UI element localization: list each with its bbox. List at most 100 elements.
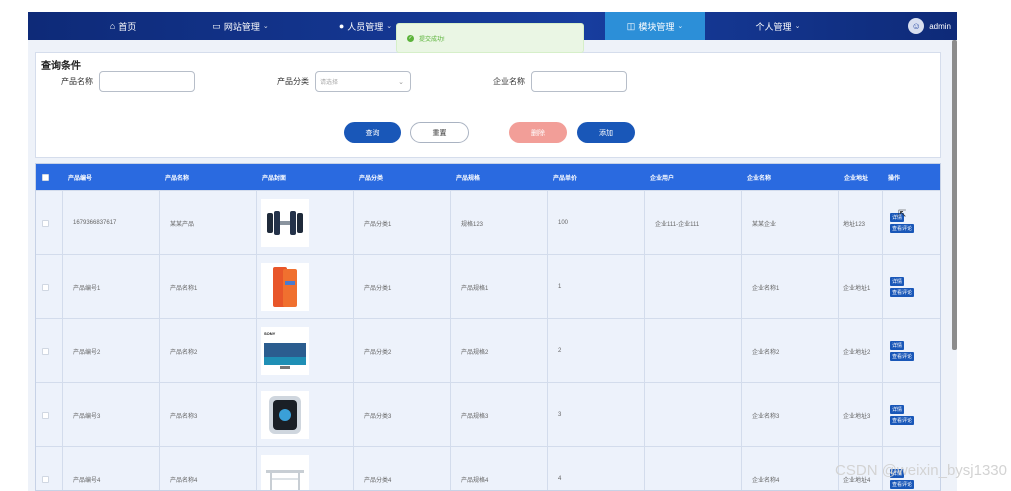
monitor-icon: ▭	[212, 20, 221, 31]
category-label: 产品分类	[277, 77, 309, 86]
cell-id-text: 产品编号2	[73, 349, 101, 356]
header-actions: 操作	[888, 175, 901, 182]
cell-category-text: 产品分类4	[364, 477, 392, 484]
view-reviews-button[interactable]: 查看评论	[890, 224, 915, 233]
product-name-input[interactable]	[99, 71, 195, 92]
category-select[interactable]: 请选择 ⌄	[315, 71, 411, 92]
cell-company: 企业名称2	[741, 319, 838, 383]
cell-user: 企业111-企业111	[644, 191, 741, 255]
tv-brand-label: SONY	[264, 331, 276, 336]
delete-button[interactable]: 删除	[509, 122, 567, 143]
nav-personal-label: 个人管理	[755, 21, 792, 32]
header-company-user: 企业用户	[650, 175, 675, 182]
person-icon: ●	[338, 21, 345, 31]
view-reviews-button[interactable]: 查看评论	[890, 480, 915, 489]
cell-company: 企业名称1	[741, 255, 838, 319]
cell-id: 产品编号3	[62, 383, 159, 447]
check-icon: ✓	[407, 34, 414, 42]
cell-name: 产品名称2	[159, 319, 256, 383]
cell-category: 产品分类1	[353, 191, 450, 255]
product-cover-image	[256, 191, 353, 255]
product-cover-image	[256, 255, 353, 319]
cell-company-text: 企业名称1	[752, 285, 780, 292]
mouse-cursor-icon: ⇱	[898, 209, 907, 220]
nav-home[interactable]: ⌂ 首页	[63, 12, 183, 40]
header-product-price: 产品单价	[553, 175, 578, 182]
cell-spec: 产品规格3	[450, 383, 547, 447]
cell-spec-text: 产品规格4	[461, 477, 489, 484]
category-placeholder: 请选择	[320, 80, 339, 86]
cell-address: 地址123	[838, 191, 882, 255]
search-title: 查询条件	[41, 61, 81, 72]
cell-address-text: 地址123	[843, 221, 866, 228]
cell-address-text: 企业地址2	[843, 349, 871, 356]
company-field: 企业名称	[493, 71, 627, 92]
cell-category: 产品分类1	[353, 255, 450, 319]
cell-price: 3	[547, 383, 644, 447]
nav-site-management[interactable]: ▭ 网站管理 ⌄	[183, 12, 298, 40]
cell-category: 产品分类4	[353, 447, 450, 490]
cell-company: 企业名称3	[741, 383, 838, 447]
reset-button[interactable]: 重置	[410, 122, 469, 143]
cell-user	[644, 447, 741, 490]
add-button[interactable]: 添加	[577, 122, 635, 143]
cell-user	[644, 319, 741, 383]
chevron-down-icon: ⌄	[398, 78, 404, 86]
header-product-spec: 产品规格	[456, 175, 481, 182]
select-all-checkbox[interactable]	[42, 164, 49, 190]
table-row: 1679366837617 某某产品 产品分类1 规格123 100 企业111-企业11…	[36, 190, 940, 255]
scrollbar[interactable]	[952, 40, 957, 350]
query-button[interactable]: 查询	[344, 122, 401, 143]
row-checkbox[interactable]	[36, 447, 62, 490]
table-row: 产品编号2 产品名称2 SONY 产品分类2 产品规格2 2 企业名称2 企业地址2 详情 查看评…	[36, 318, 940, 383]
cell-spec: 产品规格4	[450, 447, 547, 490]
view-reviews-button[interactable]: 查看评论	[890, 416, 915, 425]
cell-address: 企业地址3	[838, 383, 882, 447]
detail-button[interactable]: 详情	[890, 277, 905, 286]
cell-spec: 产品规格1	[450, 255, 547, 319]
cell-name-text: 产品名称4	[170, 477, 198, 484]
company-label: 企业名称	[493, 77, 525, 86]
cell-id: 1679366837617	[62, 191, 159, 255]
cell-id: 产品编号2	[62, 319, 159, 383]
view-reviews-button[interactable]: 查看评论	[890, 352, 915, 361]
cell-id-text: 1679366837617	[73, 220, 117, 226]
cell-id-text: 产品编号4	[73, 477, 101, 484]
table-row: 产品编号1 产品名称1 产品分类1 产品规格1 1 企业名称1 企业地址1 详情 查看评论	[36, 254, 940, 319]
cell-spec-text: 产品规格1	[461, 285, 489, 292]
nav-module-management[interactable]: ◫ 模块管理 ⌄	[605, 12, 705, 40]
home-icon: ⌂	[109, 21, 116, 31]
nav-personal-management[interactable]: 个人管理 ⌄	[728, 12, 828, 40]
row-checkbox[interactable]	[36, 319, 62, 383]
cell-user-text: 企业111-企业111	[655, 221, 700, 228]
company-input[interactable]	[531, 71, 627, 92]
cell-id-text: 产品编号1	[73, 285, 101, 292]
success-toast: ✓ 提交成功!	[396, 23, 584, 53]
nav-home-label: 首页	[118, 21, 137, 32]
product-cover-image	[256, 383, 353, 447]
cell-price-text: 2	[558, 348, 562, 354]
cell-company-text: 某某企业	[752, 221, 777, 228]
detail-button[interactable]: 详情	[890, 341, 905, 350]
cell-price: 2	[547, 319, 644, 383]
search-panel: 查询条件 产品名称 产品分类 请选择 ⌄ 企业名称 查询 重置 删除 添加	[35, 52, 941, 158]
table-row: 产品编号4 产品名称4 产品分类4 产品规格4 4 企业名称4 企业地址4 详情 查看评论	[36, 446, 940, 490]
detail-button[interactable]: 详情	[890, 405, 905, 414]
cell-spec: 产品规格2	[450, 319, 547, 383]
cell-actions: 详情 查看评论	[882, 319, 940, 383]
row-checkbox[interactable]	[36, 383, 62, 447]
cell-address-text: 企业地址3	[843, 413, 871, 420]
row-checkbox[interactable]	[36, 255, 62, 319]
cell-id: 产品编号1	[62, 255, 159, 319]
cell-category-text: 产品分类1	[364, 221, 392, 228]
view-reviews-button[interactable]: 查看评论	[890, 288, 915, 297]
nav-module-label: 模块管理	[638, 21, 675, 32]
cell-address: 企业地址2	[838, 319, 882, 383]
row-checkbox[interactable]	[36, 191, 62, 255]
user-menu[interactable]: ☺ admin	[908, 12, 951, 40]
nav-site-label: 网站管理	[223, 21, 260, 32]
cell-user	[644, 383, 741, 447]
cell-spec: 规格123	[450, 191, 547, 255]
cell-price: 1	[547, 255, 644, 319]
cell-company-text: 企业名称3	[752, 413, 780, 420]
